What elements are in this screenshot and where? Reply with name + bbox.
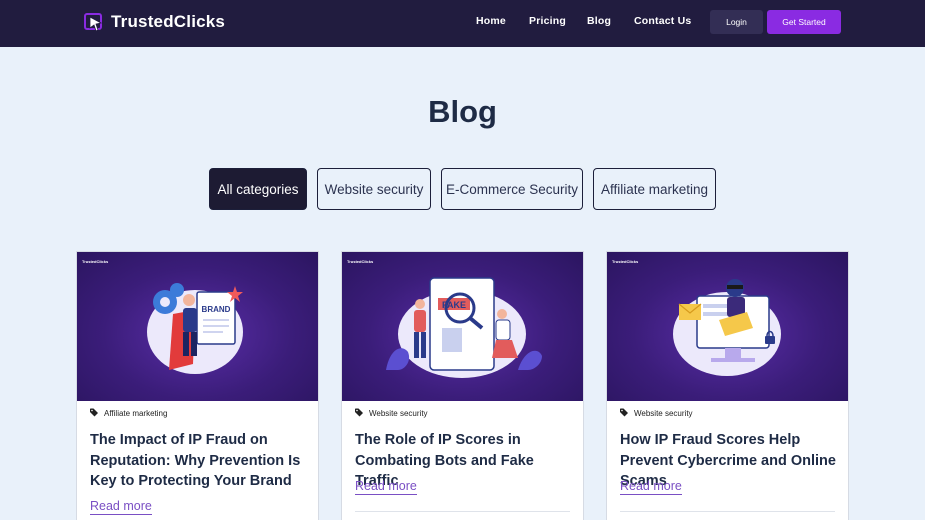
category-affiliate-marketing[interactable]: Affiliate marketing bbox=[593, 168, 716, 210]
post-title[interactable]: The Impact of IP Fraud on Reputation: Wh… bbox=[90, 430, 310, 492]
post-thumbnail[interactable]: TrustedClicks bbox=[607, 252, 848, 401]
tag-icon bbox=[90, 408, 100, 419]
tag-icon bbox=[620, 408, 630, 419]
blog-card[interactable]: TrustedClicks Website security How IP Fr… bbox=[606, 251, 849, 520]
read-more-link[interactable]: Read more bbox=[620, 479, 682, 495]
category-website-security[interactable]: Website security bbox=[317, 168, 431, 210]
post-category-label[interactable]: Website security bbox=[369, 409, 428, 418]
post-category: Affiliate marketing bbox=[90, 408, 167, 419]
brand-logo[interactable]: TrustedClicks bbox=[84, 12, 225, 32]
brand-illustration: BRAND bbox=[147, 283, 243, 374]
card-divider bbox=[620, 511, 835, 512]
post-thumbnail[interactable]: TrustedClicks BRAND bbox=[77, 252, 318, 401]
read-more-link[interactable]: Read more bbox=[355, 479, 417, 495]
post-category-label[interactable]: Affiliate marketing bbox=[104, 409, 167, 418]
card-divider bbox=[355, 511, 570, 512]
page-title: Blog bbox=[428, 94, 497, 129]
top-navbar: TrustedClicks Home Pricing Blog Contact … bbox=[0, 0, 925, 47]
login-button[interactable]: Login bbox=[710, 10, 763, 34]
cursor-logo-icon bbox=[84, 12, 105, 32]
post-category: Website security bbox=[620, 408, 693, 419]
fake-traffic-illustration: FAKE bbox=[386, 277, 542, 378]
thumbnail-word: BRAND bbox=[202, 305, 231, 314]
nav-home[interactable]: Home bbox=[476, 15, 506, 27]
post-thumbnail[interactable]: TrustedClicks FAKE bbox=[342, 252, 583, 401]
read-more-link[interactable]: Read more bbox=[90, 499, 152, 515]
cybercrime-illustration bbox=[673, 279, 781, 376]
blog-card[interactable]: TrustedClicks FAKE Website security The … bbox=[341, 251, 584, 520]
brand-name: TrustedClicks bbox=[111, 12, 226, 31]
get-started-button[interactable]: Get Started bbox=[767, 10, 841, 34]
nav-blog[interactable]: Blog bbox=[587, 15, 611, 27]
category-all[interactable]: All categories bbox=[209, 168, 307, 210]
category-ecommerce-security[interactable]: E-Commerce Security bbox=[441, 168, 583, 210]
nav-pricing[interactable]: Pricing bbox=[529, 15, 566, 27]
post-category-label[interactable]: Website security bbox=[634, 409, 693, 418]
nav-contact-us[interactable]: Contact Us bbox=[634, 15, 691, 27]
blog-card[interactable]: TrustedClicks BRAND Affiliate marketing … bbox=[76, 251, 319, 520]
tag-icon bbox=[355, 408, 365, 419]
post-category: Website security bbox=[355, 408, 428, 419]
